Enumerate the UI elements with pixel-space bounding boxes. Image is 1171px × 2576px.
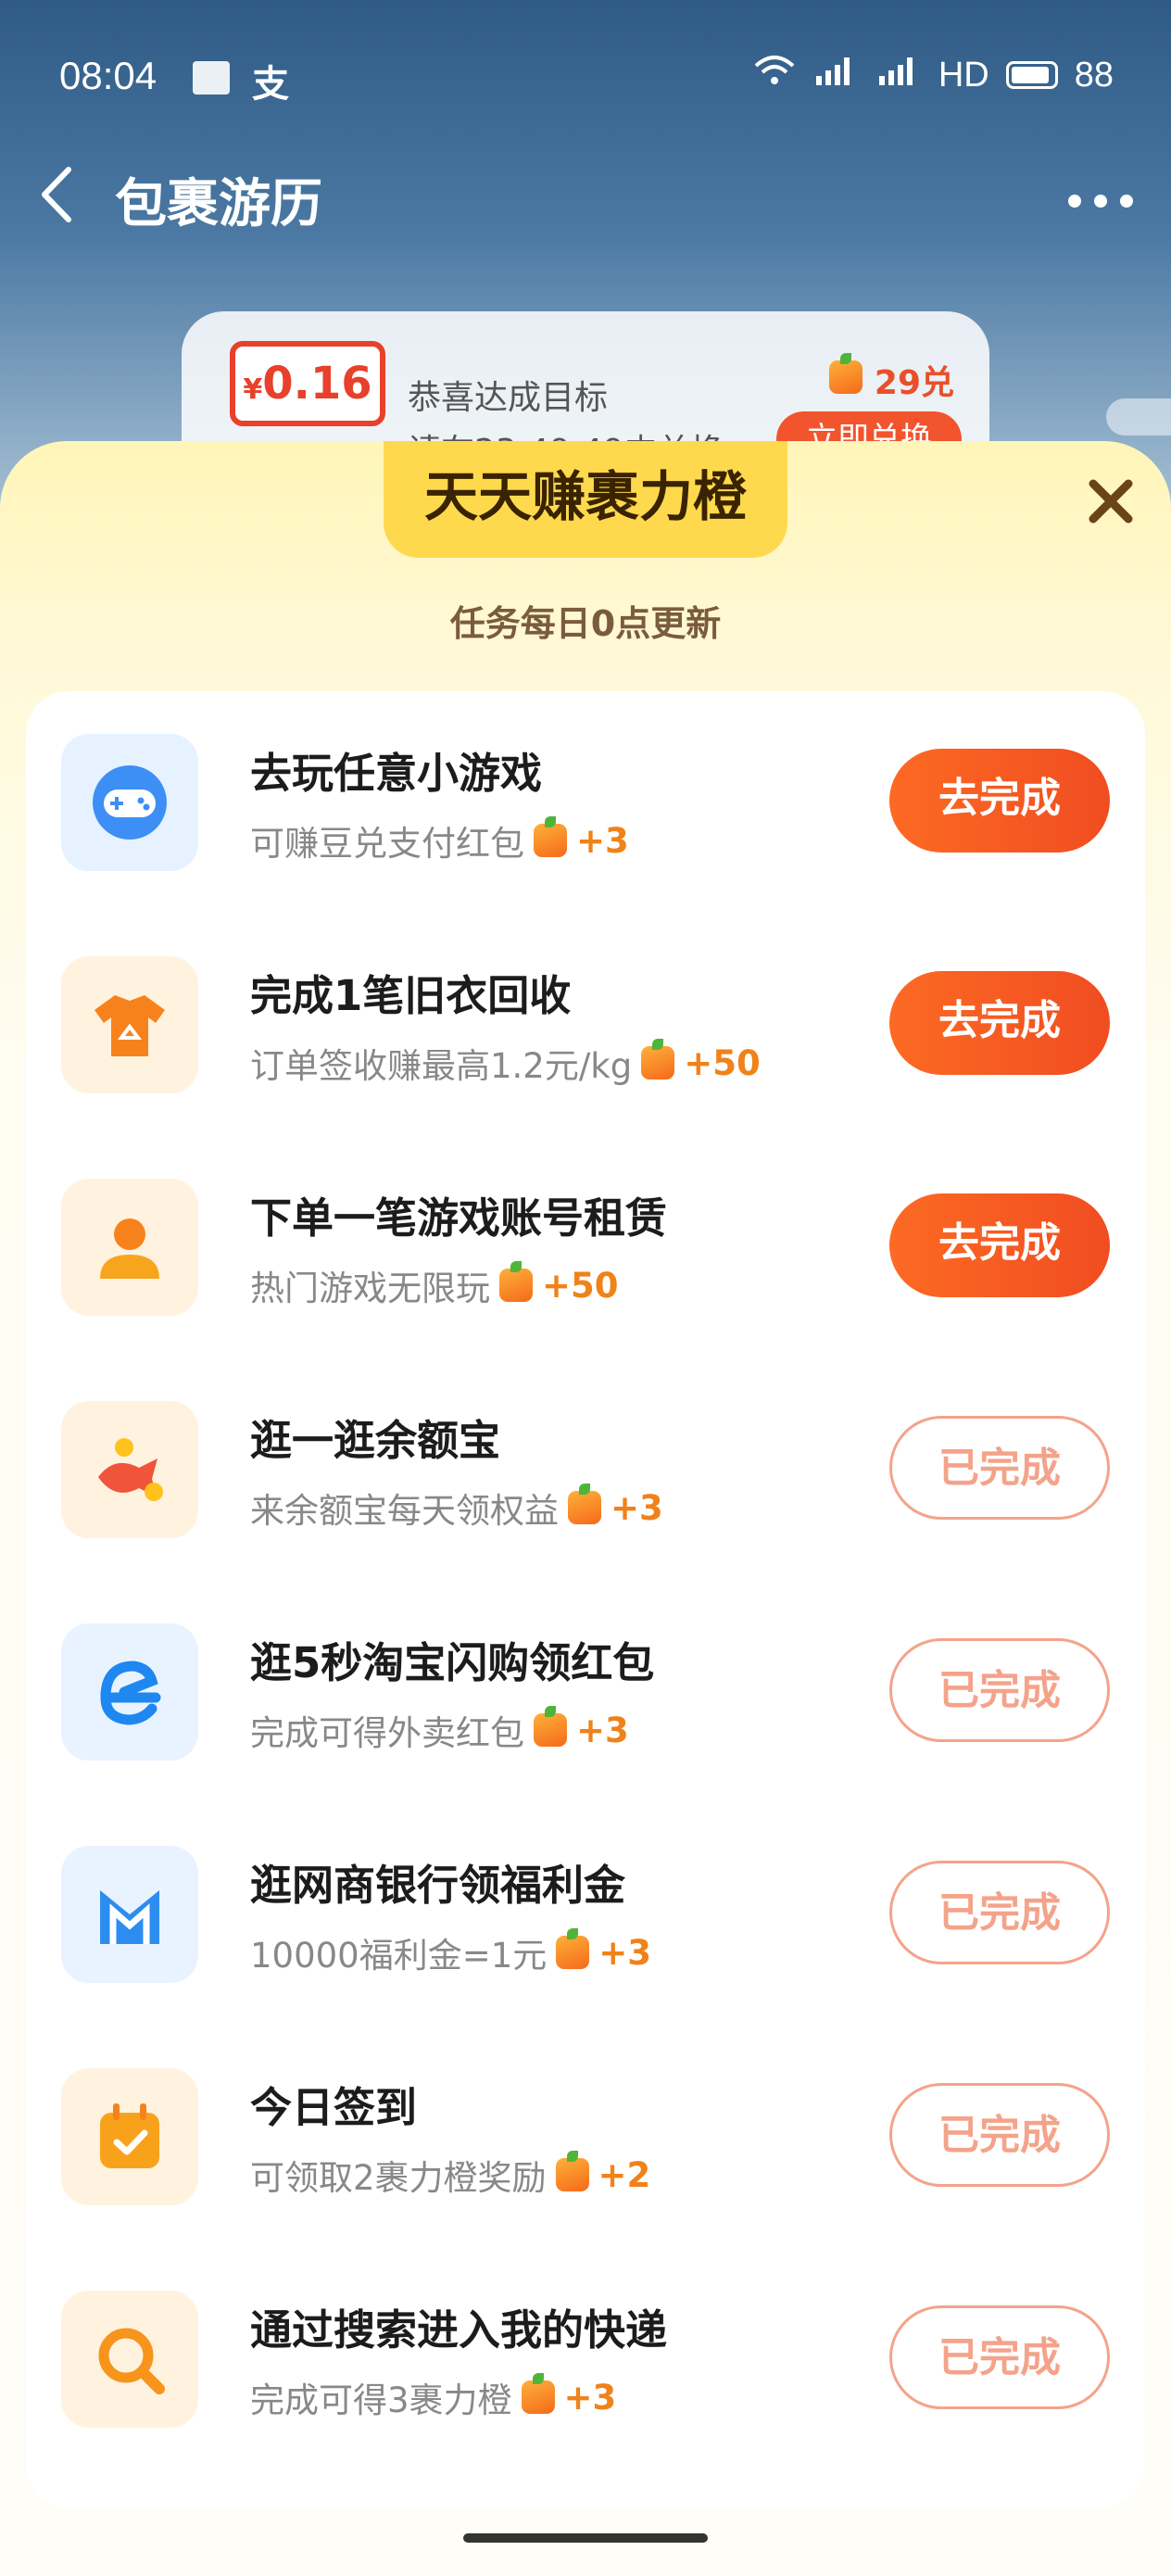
side-menu-icon[interactable] xyxy=(1106,398,1171,436)
task-desc: 可领取2裹力橙奖励 +2 xyxy=(250,2150,650,2200)
task-item: 完成1笔旧衣回收 订单签收赚最高1.2元/kg +50 去完成 xyxy=(26,936,1145,1121)
orange-icon xyxy=(555,2151,589,2191)
task-points: +50 xyxy=(542,1265,619,1306)
hd-label: HD xyxy=(938,55,989,95)
task-desc-text: 订单签收赚最高1.2元/kg xyxy=(250,1046,633,1086)
task-desc: 来余额宝每天领权益 +3 xyxy=(250,1483,663,1533)
task-desc: 订单签收赚最高1.2元/kg +50 xyxy=(250,1038,761,1088)
orange-icon xyxy=(556,1928,590,1969)
task-desc: 完成可得外卖红包 +3 xyxy=(250,1705,629,1755)
task-item: 去玩任意小游戏 可赚豆兑支付红包 +3 去完成 xyxy=(26,713,1145,899)
task-points: +2 xyxy=(598,2154,651,2195)
task-item: 下单一笔游戏账号租赁 热门游戏无限玩 +50 去完成 xyxy=(26,1158,1145,1344)
task-item: 逛网商银行领福利金 10000福利金=1元 +3 已完成 xyxy=(26,1825,1145,2011)
task-desc-text: 完成可得3裹力橙 xyxy=(250,2380,512,2420)
nav-bar: 包裹游历 xyxy=(0,153,1171,236)
task-points: +3 xyxy=(598,1932,651,1973)
task-points: +3 xyxy=(563,2377,617,2418)
back-button[interactable] xyxy=(35,162,91,236)
completed-button[interactable]: 已完成 xyxy=(889,1861,1110,1964)
game-controller-icon xyxy=(61,734,198,871)
reward-points-label: 29兑 xyxy=(874,364,954,402)
completed-button[interactable]: 已完成 xyxy=(889,1416,1110,1520)
task-desc: 10000福利金=1元 +3 xyxy=(250,1927,651,1977)
task-desc-text: 可领取2裹力橙奖励 xyxy=(250,2158,547,2198)
task-desc-text: 完成可得外卖红包 xyxy=(250,1713,524,1753)
go-complete-button[interactable]: 去完成 xyxy=(889,749,1110,852)
task-title: 通过搜索进入我的快递 xyxy=(250,2305,668,2355)
more-button[interactable] xyxy=(1065,160,1136,229)
task-desc: 完成可得3裹力橙 +3 xyxy=(250,2372,616,2422)
task-title: 去玩任意小游戏 xyxy=(250,749,543,798)
orange-icon xyxy=(499,1261,533,1302)
close-button[interactable] xyxy=(1086,473,1136,541)
orange-icon xyxy=(829,353,863,394)
task-item: 逛一逛余额宝 来余额宝每天领权益 +3 已完成 xyxy=(26,1381,1145,1566)
sheet-subtitle: 任务每日0点更新 xyxy=(449,603,722,644)
more-dots-icon xyxy=(1068,195,1133,208)
user-icon xyxy=(61,1179,198,1316)
wifi-icon xyxy=(753,55,796,95)
task-points: +3 xyxy=(576,1710,629,1750)
notification-icon xyxy=(193,61,230,95)
task-title: 完成1笔旧衣回收 xyxy=(250,971,572,1020)
task-sheet: 天天赚裹力橙 任务每日0点更新 去玩任意小游戏 可赚豆兑支付红包 +3 去完成 完… xyxy=(0,441,1171,2576)
completed-button[interactable]: 已完成 xyxy=(889,1638,1110,1742)
task-points: +3 xyxy=(611,1487,663,1528)
page-title: 包裹游历 xyxy=(115,174,322,234)
task-title: 逛5秒淘宝闪购领红包 xyxy=(250,1638,655,1687)
m-logo-icon xyxy=(61,1846,198,1983)
close-icon xyxy=(1089,479,1133,524)
orange-icon xyxy=(534,1706,567,1747)
battery-icon xyxy=(1005,61,1058,89)
task-item: 今日签到 可领取2裹力橙奖励 +2 已完成 xyxy=(26,2048,1145,2233)
recycle-shirt-icon xyxy=(61,956,198,1093)
task-desc-text: 可赚豆兑支付红包 xyxy=(250,824,524,864)
e-logo-icon xyxy=(61,1623,198,1761)
reward-message: 恭喜达成目标 xyxy=(408,379,609,417)
task-desc-text: 10000福利金=1元 xyxy=(250,1936,548,1976)
go-complete-button[interactable]: 去完成 xyxy=(889,1193,1110,1297)
home-indicator[interactable] xyxy=(463,2533,708,2543)
sheet-title: 天天赚裹力橙 xyxy=(384,441,787,558)
task-list: 去玩任意小游戏 可赚豆兑支付红包 +3 去完成 完成1笔旧衣回收 订单签收赚最高1… xyxy=(26,691,1145,2507)
task-desc-text: 热门游戏无限玩 xyxy=(250,1269,490,1308)
orange-icon xyxy=(641,1039,675,1080)
task-desc-text: 来余额宝每天领权益 xyxy=(250,1491,559,1531)
task-title: 逛网商银行领福利金 xyxy=(250,1861,626,1910)
amount-value: 0.16 xyxy=(262,358,372,410)
signal-icon-5g xyxy=(875,54,922,96)
task-item: 逛5秒淘宝闪购领红包 完成可得外卖红包 +3 已完成 xyxy=(26,1603,1145,1788)
task-title: 下单一笔游戏账号租赁 xyxy=(250,1193,668,1243)
signal-icon-4g xyxy=(812,54,859,96)
alipay-icon: 支 xyxy=(252,63,289,106)
task-item: 通过搜索进入我的快递 完成可得3裹力橙 +3 已完成 xyxy=(26,2270,1145,2456)
status-bar: 08:04 支 HD 88 xyxy=(0,0,1171,158)
search-icon xyxy=(61,2291,198,2428)
task-points: +50 xyxy=(684,1042,761,1083)
piggy-fish-icon xyxy=(61,1401,198,1538)
chevron-left-icon xyxy=(42,167,71,222)
task-title: 今日签到 xyxy=(250,2083,418,2132)
calendar-check-icon xyxy=(61,2068,198,2205)
task-desc: 热门游戏无限玩 +50 xyxy=(250,1260,619,1310)
completed-button[interactable]: 已完成 xyxy=(889,2083,1110,2187)
reward-points: 29兑 xyxy=(829,353,954,404)
battery-level: 88 xyxy=(1074,55,1114,95)
orange-icon xyxy=(568,1484,601,1524)
orange-icon xyxy=(534,816,567,857)
currency-symbol: ¥ xyxy=(243,373,263,406)
status-time: 08:04 xyxy=(59,54,157,97)
task-points: +3 xyxy=(576,820,629,861)
task-title: 逛一逛余额宝 xyxy=(250,1416,501,1465)
go-complete-button[interactable]: 去完成 xyxy=(889,971,1110,1075)
orange-icon xyxy=(521,2373,555,2414)
task-desc: 可赚豆兑支付红包 +3 xyxy=(250,815,629,865)
completed-button[interactable]: 已完成 xyxy=(889,2305,1110,2409)
reward-amount: ¥0.16 xyxy=(230,341,385,426)
status-right: HD 88 xyxy=(753,54,1114,96)
